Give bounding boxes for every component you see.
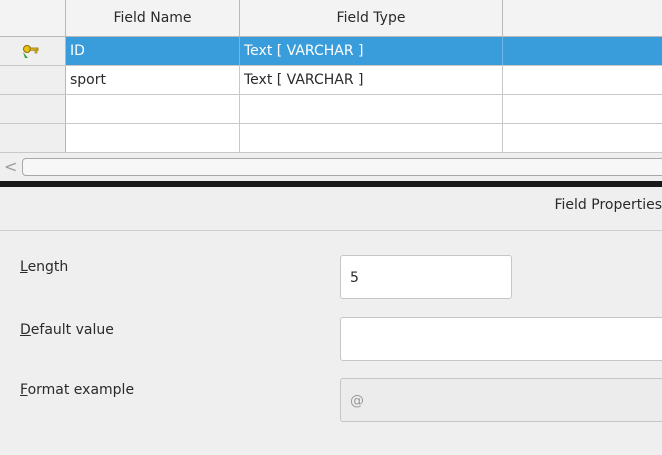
field-type-cell[interactable] [240, 95, 503, 123]
field-type-cell[interactable] [240, 124, 503, 152]
primary-key-icon [23, 45, 39, 58]
field-name-cell[interactable]: ID [66, 37, 240, 65]
row-handle[interactable] [0, 66, 66, 94]
table-row-empty[interactable] [0, 95, 662, 124]
row-handle[interactable] [0, 95, 66, 123]
description-cell[interactable] [503, 124, 662, 152]
row-handle[interactable] [0, 124, 66, 152]
default-value-label: Default value [20, 322, 114, 338]
description-header[interactable] [503, 0, 662, 36]
table-row-empty[interactable] [0, 124, 662, 152]
field-type-cell[interactable]: Text [ VARCHAR ] [240, 37, 503, 65]
field-properties-title: Field Properties [554, 197, 662, 213]
default-value-label-text: efault value [30, 322, 114, 338]
default-value-field[interactable] [340, 317, 662, 361]
field-type-cell[interactable]: Text [ VARCHAR ] [240, 66, 503, 94]
length-accelerator: L [20, 259, 28, 275]
scrollbar-thumb[interactable] [22, 158, 662, 176]
field-name-cell[interactable] [66, 124, 240, 152]
default-value-accelerator: D [20, 322, 31, 338]
format-example-accelerator: F [20, 382, 28, 398]
divider [0, 230, 662, 231]
format-example-label: Format example [20, 382, 134, 398]
scroll-left-arrow-icon[interactable]: < [4, 158, 18, 176]
field-name-cell[interactable] [66, 95, 240, 123]
description-cell[interactable] [503, 95, 662, 123]
table-row-id[interactable]: ID Text [ VARCHAR ] [0, 37, 662, 66]
format-example-field: @ [340, 378, 662, 422]
row-handle[interactable] [0, 37, 66, 65]
description-cell[interactable] [503, 37, 662, 65]
table-row-sport[interactable]: sport Text [ VARCHAR ] [0, 66, 662, 95]
field-name-cell[interactable]: sport [66, 66, 240, 94]
length-label: Length [20, 259, 68, 275]
length-label-text: ength [27, 259, 69, 275]
field-type-header[interactable]: Field Type [240, 0, 503, 36]
row-handle-header [0, 0, 66, 36]
grid-header-row: Field Name Field Type [0, 0, 662, 37]
format-example-label-text: ormat example [27, 382, 135, 398]
length-field[interactable]: 5 [340, 255, 512, 299]
table-design-grid: Field Name Field Type ID Text [ VARCHAR … [0, 0, 662, 152]
description-cell[interactable] [503, 66, 662, 94]
field-properties-panel: Field Properties Length 5 Default value … [0, 187, 662, 455]
horizontal-scrollbar[interactable]: < [0, 152, 662, 181]
field-name-header[interactable]: Field Name [66, 0, 240, 36]
